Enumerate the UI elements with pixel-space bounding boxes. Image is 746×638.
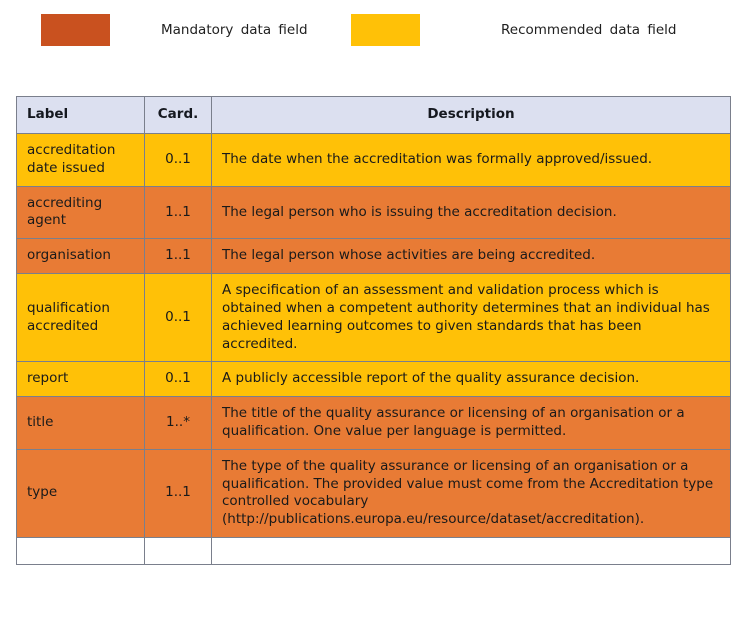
table-body: accreditation date issued 0..1 The date wh… <box>16 133 731 565</box>
cell-cardinality: 0..1 <box>144 273 212 363</box>
cell-label: qualification accredited <box>16 273 145 363</box>
cell-cardinality: 0..1 <box>144 133 212 187</box>
spec-table-container: Label Card. Description accreditation da… <box>16 96 731 565</box>
cell-label: accrediting agent <box>16 185 145 240</box>
cell-description: The type of the quality assurance or lic… <box>211 448 731 539</box>
table-row: organisation 1..1 The legal person whose a… <box>16 238 731 275</box>
column-header-description: Description <box>211 96 731 134</box>
cell-cardinality: 1..1 <box>144 238 212 275</box>
table-row: qualification accredited 0..1 A specificat… <box>16 273 731 363</box>
table-header-row: Label Card. Description <box>16 96 731 134</box>
cell-description: The legal person who is issuing the accr… <box>211 185 731 240</box>
cell-label: title <box>16 396 145 450</box>
legend-swatch-recommended <box>351 14 420 46</box>
cell-label <box>16 537 145 565</box>
table-row: accreditation date issued 0..1 The date wh… <box>16 133 731 187</box>
legend-label-recommended: Recommended data field <box>501 22 677 38</box>
cell-label: organisation <box>16 238 145 275</box>
cell-description: A specification of an assessment and val… <box>211 273 731 363</box>
legend-item-mandatory: Mandatory data field <box>41 14 308 46</box>
cell-cardinality: 0..1 <box>144 361 212 398</box>
cell-label: report <box>16 361 145 398</box>
cell-label: accreditation date issued <box>16 133 145 187</box>
cell-description: The date when the accreditation was form… <box>211 133 731 187</box>
table-row: accrediting agent 1..1 The legal person wh… <box>16 185 731 240</box>
cell-description: A publicly accessible report of the qual… <box>211 361 731 398</box>
table-row: type 1..1 The type of the quality assuranc… <box>16 448 731 539</box>
table-header: Label Card. Description <box>16 96 731 134</box>
cell-description <box>211 537 731 565</box>
legend-item-recommended: Recommended data field <box>351 14 677 46</box>
cell-cardinality: 1..* <box>144 396 212 450</box>
spec-table: Label Card. Description accreditation da… <box>16 96 731 565</box>
table-row-partial <box>16 537 731 565</box>
table-row: title 1..* The title of the quality assura… <box>16 396 731 450</box>
table-row: report 0..1 A publicly accessible report o… <box>16 361 731 398</box>
legend: Mandatory data field Recommended data fi… <box>0 0 746 88</box>
cell-cardinality <box>144 537 212 565</box>
column-header-cardinality: Card. <box>144 96 212 134</box>
cell-label: type <box>16 448 145 539</box>
cell-description: The title of the quality assurance or li… <box>211 396 731 450</box>
column-header-label: Label <box>16 96 145 134</box>
legend-label-mandatory: Mandatory data field <box>161 22 308 38</box>
cell-cardinality: 1..1 <box>144 448 212 539</box>
cell-description: The legal person whose activities are be… <box>211 238 731 275</box>
cell-cardinality: 1..1 <box>144 185 212 240</box>
legend-swatch-mandatory <box>41 14 110 46</box>
